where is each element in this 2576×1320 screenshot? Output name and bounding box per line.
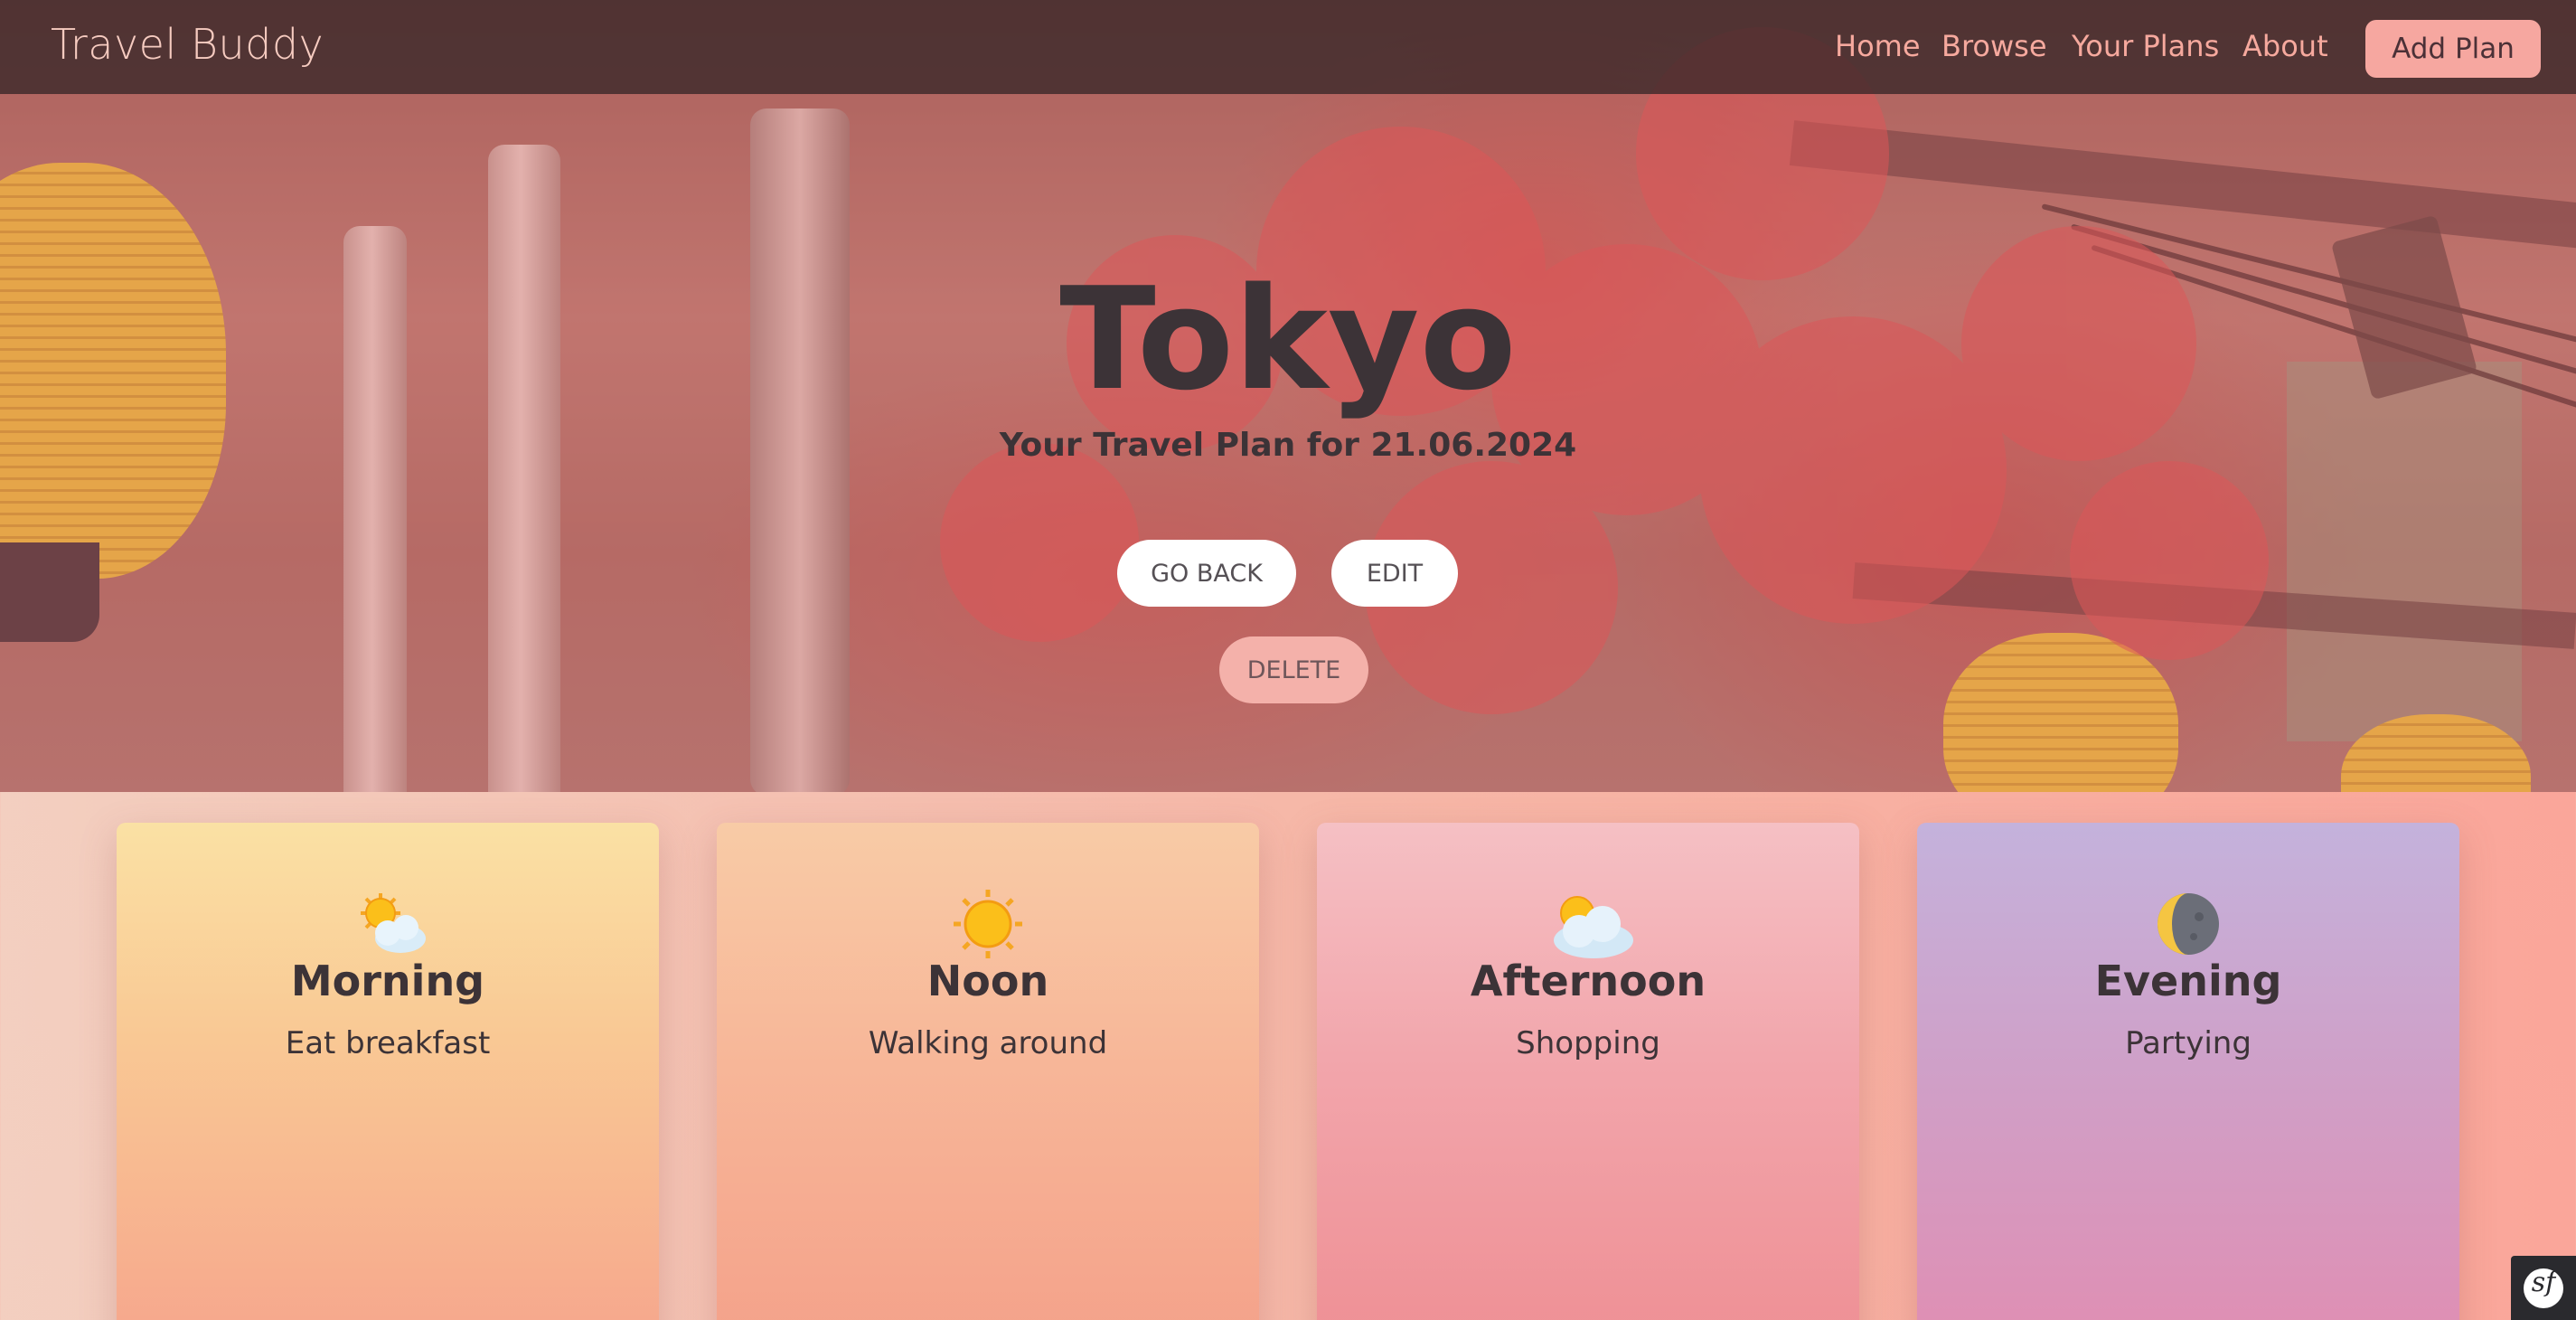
card-title: Afternoon (1470, 957, 1706, 1005)
time-card-afternoon: Afternoon Shopping (1317, 823, 1859, 1320)
card-activity: Walking around (868, 1025, 1108, 1061)
sun-icon (954, 890, 1022, 958)
delete-button[interactable]: DELETE (1219, 636, 1368, 703)
hero-banner: Tokyo Your Travel Plan for 21.06.2024 GO… (0, 0, 2576, 792)
nav-link-about[interactable]: About (2242, 29, 2328, 63)
sun-behind-cloud-icon (361, 893, 426, 953)
half-moon-icon (2158, 893, 2219, 955)
page-title: Tokyo (1059, 257, 1517, 421)
symfony-toolbar-toggle[interactable]: sf (2511, 1256, 2576, 1320)
card-activity: Partying (2125, 1025, 2252, 1061)
card-title: Morning (290, 957, 485, 1005)
symfony-logo-glyph: sf (2531, 1267, 2556, 1298)
plan-subtitle: Your Travel Plan for 21.06.2024 (999, 427, 1577, 464)
top-navbar: Travel Buddy Home Browse Your Plans Abou… (0, 0, 2576, 94)
time-card-noon: Noon Walking around (717, 823, 1259, 1320)
card-activity: Eat breakfast (285, 1025, 491, 1061)
edit-button[interactable]: EDIT (1331, 540, 1458, 607)
go-back-button[interactable]: GO BACK (1117, 540, 1296, 607)
sun-behind-large-cloud-icon (1554, 896, 1633, 958)
nav-link-home[interactable]: Home (1835, 29, 1921, 63)
brand-logo[interactable]: Travel Buddy (51, 20, 324, 69)
card-title: Noon (926, 957, 1049, 1005)
add-plan-button[interactable]: Add Plan (2365, 20, 2541, 78)
nav-link-your-plans[interactable]: Your Plans (2072, 29, 2219, 63)
card-title: Evening (2094, 957, 2282, 1005)
time-card-morning: Morning Eat breakfast (117, 823, 659, 1320)
card-activity: Shopping (1516, 1025, 1660, 1061)
time-card-evening: Evening Partying (1917, 823, 2459, 1320)
nav-link-browse[interactable]: Browse (1941, 29, 2047, 63)
